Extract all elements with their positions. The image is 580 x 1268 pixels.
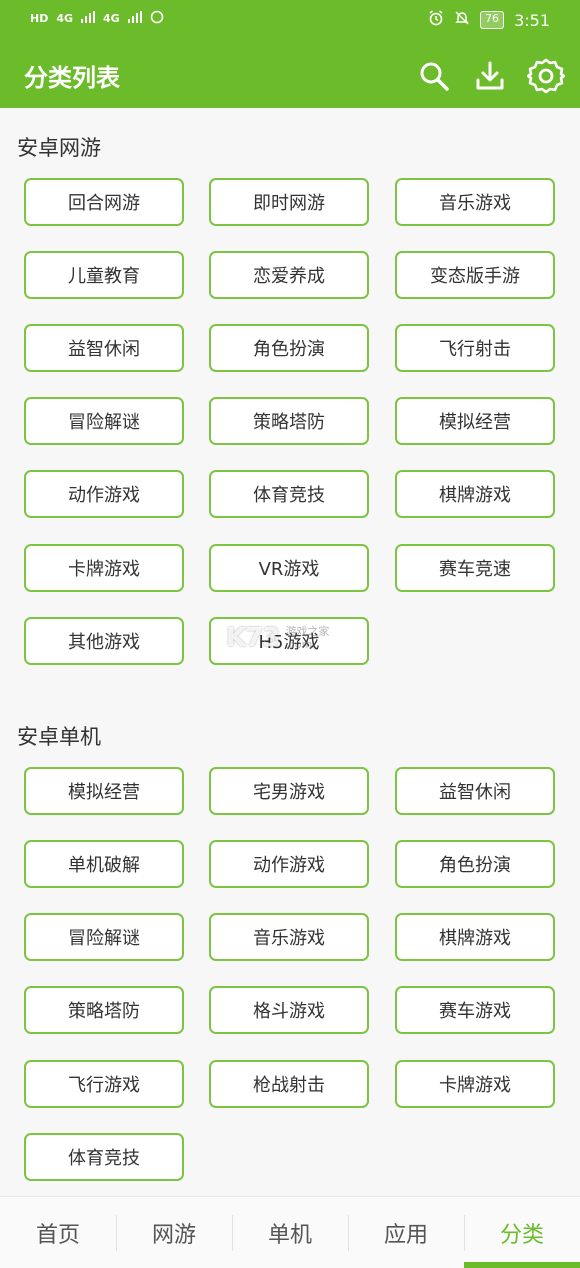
category-tag[interactable]: 角色扮演 — [209, 324, 369, 372]
signal-icon — [81, 11, 96, 26]
clock: 3:51 — [514, 10, 550, 30]
category-tag[interactable]: 即时网游 — [209, 178, 369, 226]
category-tag[interactable]: 飞行游戏 — [24, 1060, 184, 1108]
tab-apps[interactable]: 应用 — [348, 1197, 464, 1268]
category-tag[interactable]: 角色扮演 — [395, 840, 555, 888]
category-tag[interactable]: 益智休闲 — [395, 767, 555, 815]
category-tag[interactable]: 模拟经营 — [24, 767, 184, 815]
category-tag[interactable]: 枪战射击 — [209, 1060, 369, 1108]
tab-home[interactable]: 首页 — [0, 1197, 116, 1268]
category-tag[interactable]: 动作游戏 — [24, 470, 184, 518]
category-tag[interactable]: H5游戏 — [209, 617, 369, 665]
category-tag[interactable]: VR游戏 — [209, 544, 369, 592]
category-tag[interactable]: 冒险解谜 — [24, 913, 184, 961]
category-tag[interactable]: 赛车竞速 — [395, 544, 555, 592]
tab-offline-games[interactable]: 单机 — [232, 1197, 348, 1268]
sync-icon — [150, 10, 164, 27]
category-tag[interactable]: 赛车游戏 — [395, 986, 555, 1034]
status-left: HD 4G 4G — [30, 10, 164, 27]
battery-indicator: 76 — [480, 11, 505, 29]
category-tag[interactable]: 音乐游戏 — [395, 178, 555, 226]
category-tag[interactable]: 变态版手游 — [395, 251, 555, 299]
category-tag[interactable]: 飞行射击 — [395, 324, 555, 372]
network-label-2: 4G — [103, 12, 120, 25]
category-tag[interactable]: 棋牌游戏 — [395, 470, 555, 518]
status-bar: HD 4G 4G 76 3:51 — [0, 0, 580, 40]
status-right: 76 3:51 — [428, 10, 550, 30]
category-tag[interactable]: 卡牌游戏 — [395, 1060, 555, 1108]
category-tag[interactable]: 其他游戏 — [24, 617, 184, 665]
category-tag[interactable]: 模拟经营 — [395, 397, 555, 445]
category-tag[interactable]: 体育竞技 — [209, 470, 369, 518]
category-tag[interactable]: 棋牌游戏 — [395, 913, 555, 961]
mute-icon — [454, 10, 470, 30]
category-tag[interactable]: 格斗游戏 — [209, 986, 369, 1034]
alarm-icon — [428, 10, 444, 30]
app-header: HD 4G 4G 76 3:51 分类列表 — [0, 0, 580, 108]
category-tag[interactable]: 宅男游戏 — [209, 767, 369, 815]
page-title: 分类列表 — [24, 64, 120, 92]
active-tab-indicator — [464, 1262, 580, 1268]
section-title-offline: 安卓单机 — [17, 725, 101, 749]
category-tag[interactable]: 动作游戏 — [209, 840, 369, 888]
category-tag[interactable]: 儿童教育 — [24, 251, 184, 299]
settings-icon[interactable] — [526, 56, 566, 96]
category-tag[interactable]: 音乐游戏 — [209, 913, 369, 961]
network-label-1: 4G — [56, 12, 74, 25]
download-icon[interactable] — [470, 56, 510, 96]
bottom-tab-bar: 首页 网游 单机 应用 分类 — [0, 1196, 580, 1268]
tab-categories[interactable]: 分类 — [464, 1197, 580, 1268]
category-tag[interactable]: 策略塔防 — [209, 397, 369, 445]
category-tag[interactable]: 回合网游 — [24, 178, 184, 226]
category-tag[interactable]: 策略塔防 — [24, 986, 184, 1034]
category-tag[interactable]: 单机破解 — [24, 840, 184, 888]
category-tag[interactable]: 益智休闲 — [24, 324, 184, 372]
category-tag[interactable]: 卡牌游戏 — [24, 544, 184, 592]
sim-badge-1: HD — [30, 12, 49, 25]
search-icon[interactable] — [414, 56, 454, 96]
category-tag[interactable]: 冒险解谜 — [24, 397, 184, 445]
section-title-online: 安卓网游 — [17, 136, 101, 160]
tab-online-games[interactable]: 网游 — [116, 1197, 232, 1268]
signal-icon-2 — [127, 11, 142, 26]
category-tag[interactable]: 体育竞技 — [24, 1133, 184, 1181]
category-tag[interactable]: 恋爱养成 — [209, 251, 369, 299]
